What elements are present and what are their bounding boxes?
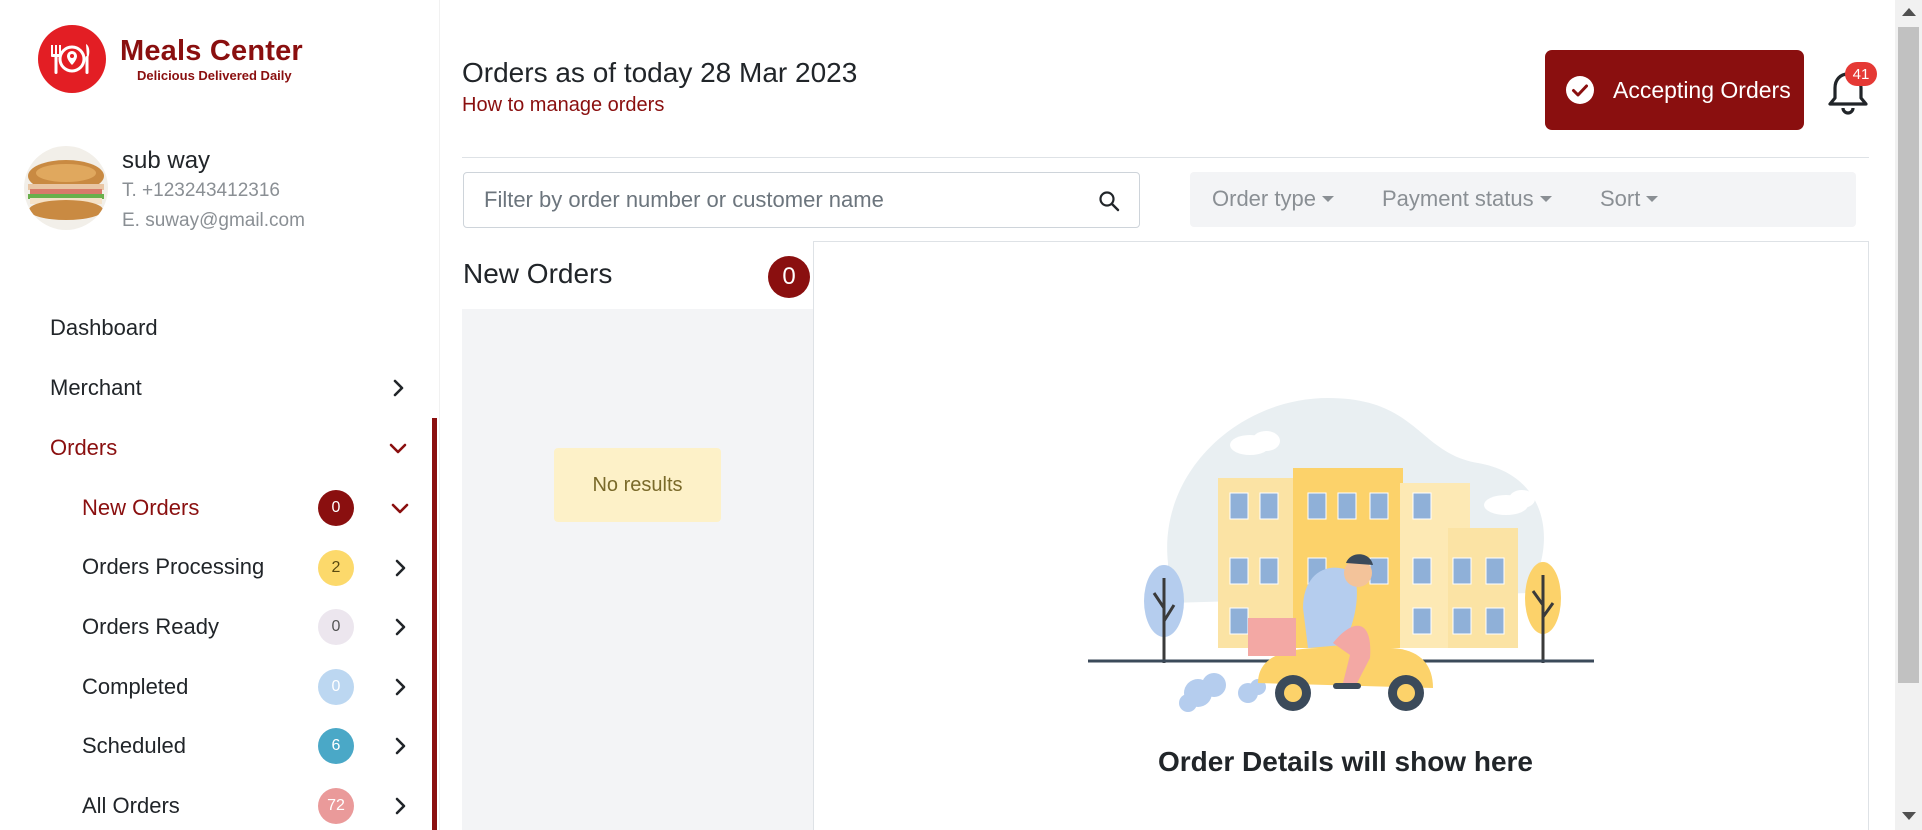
logo-icon: [38, 25, 106, 93]
header-divider: [462, 157, 1869, 158]
count-badge: 72: [318, 787, 354, 824]
scroll-down-arrow-icon[interactable]: [1902, 812, 1916, 820]
avatar: [24, 146, 108, 230]
how-to-manage-orders-link[interactable]: How to manage orders: [462, 94, 664, 117]
orders-active-indicator: [432, 418, 437, 830]
sidebar-item-all-orders[interactable]: All Orders 72: [0, 776, 440, 830]
nav-merchant-label: Merchant: [50, 375, 142, 400]
merchant-profile: sub way T. +123243412316 E. suway@gmail.…: [24, 146, 305, 236]
sidebar-item-orders-ready[interactable]: Orders Ready 0: [0, 597, 440, 657]
sidebar-item-scheduled[interactable]: Scheduled 6: [0, 716, 440, 776]
sidebar-item-new-orders[interactable]: New Orders 0: [0, 478, 440, 538]
delivery-illustration: [1088, 398, 1594, 712]
main-nav: Dashboard Merchant Orders New Orders 0 O…: [0, 298, 440, 830]
search-box: [463, 172, 1140, 228]
sidebar-item-label: Completed: [82, 673, 189, 699]
new-orders-panel: New Orders 0 No results: [462, 241, 814, 830]
new-orders-header: New Orders 0: [462, 241, 813, 309]
sidebar-item-orders-processing[interactable]: Orders Processing 2: [0, 538, 440, 598]
merchant-phone: T. +123243412316: [122, 180, 280, 201]
merchant-name: sub way: [122, 147, 211, 174]
count-badge: 0: [318, 490, 354, 526]
sidebar: Meals Center Delicious Delivered Daily s…: [0, 0, 440, 830]
filter-bar: Order type Payment status Sort: [1190, 172, 1856, 227]
caret-down-icon: [1539, 196, 1552, 202]
brand[interactable]: Meals Center Delicious Delivered Daily: [38, 25, 303, 93]
page-title: Orders as of today 28 Mar 2023: [462, 57, 858, 88]
order-type-dropdown[interactable]: Order type: [1212, 186, 1334, 212]
nav-dashboard[interactable]: Dashboard: [0, 298, 440, 358]
merchant-email: E. suway@gmail.com: [122, 210, 305, 231]
sidebar-item-completed[interactable]: Completed 0: [0, 657, 440, 717]
order-details-placeholder: Order Details will show here: [1158, 746, 1534, 777]
nav-dashboard-label: Dashboard: [50, 315, 158, 340]
brand-tagline: Delicious Delivered Daily: [137, 68, 292, 83]
accepting-orders-label: Accepting Orders: [1613, 76, 1791, 103]
sidebar-item-label: Scheduled: [82, 733, 186, 759]
brand-name: Meals Center: [120, 35, 303, 67]
count-badge: 2: [318, 549, 354, 586]
count-badge: 0: [318, 668, 354, 705]
sort-label: Sort: [1600, 186, 1641, 211]
check-circle-icon: [1566, 76, 1594, 104]
sidebar-item-label: New Orders: [82, 494, 200, 520]
chevron-right-icon: [395, 678, 406, 696]
sidebar-item-label: Orders Processing: [82, 554, 265, 580]
search-icon[interactable]: [1097, 189, 1121, 213]
chevron-right-icon: [395, 618, 406, 636]
new-orders-list: No results: [462, 309, 813, 830]
no-results-message: No results: [554, 448, 721, 522]
search-input[interactable]: [484, 173, 1084, 227]
chevron-right-icon: [395, 738, 406, 755]
count-badge: 6: [318, 728, 354, 765]
payment-status-label: Payment status: [1382, 186, 1534, 211]
nav-orders[interactable]: Orders: [0, 418, 440, 478]
new-orders-count-badge: 0: [768, 256, 810, 298]
scrollbar-thumb[interactable]: [1898, 27, 1919, 683]
count-badge: 0: [318, 609, 354, 646]
nav-orders-label: Orders: [50, 435, 118, 460]
chevron-down-icon: [391, 503, 409, 514]
scroll-up-arrow-icon[interactable]: [1902, 8, 1916, 16]
accepting-orders-button[interactable]: Accepting Orders: [1545, 50, 1804, 130]
caret-down-icon: [1646, 196, 1659, 202]
caret-down-icon: [1321, 196, 1334, 202]
sidebar-item-label: All Orders: [82, 792, 180, 818]
chevron-right-icon: [393, 379, 404, 397]
chevron-right-icon: [395, 559, 406, 576]
sidebar-item-label: Orders Ready: [82, 613, 219, 639]
chevron-right-icon: [395, 797, 406, 815]
payment-status-dropdown[interactable]: Payment status: [1382, 186, 1552, 212]
notification-badge: 41: [1845, 62, 1877, 86]
nav-merchant[interactable]: Merchant: [0, 358, 440, 418]
new-orders-title: New Orders: [463, 258, 613, 289]
sort-dropdown[interactable]: Sort: [1600, 186, 1659, 212]
chevron-down-icon: [389, 443, 407, 454]
order-type-label: Order type: [1212, 186, 1316, 211]
